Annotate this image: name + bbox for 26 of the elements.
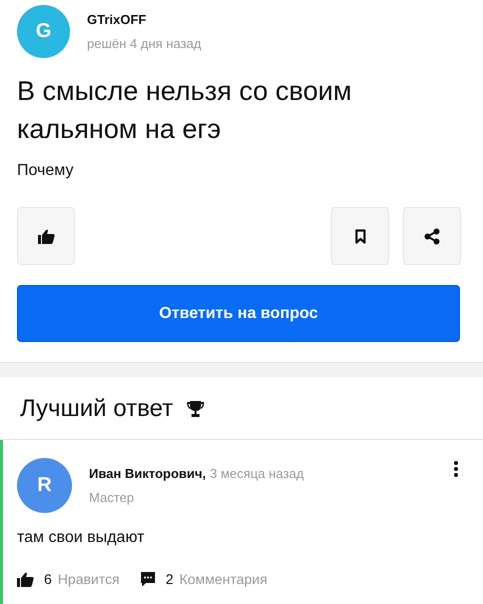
answer-text: там свои выдают (17, 529, 146, 547)
like-count: 6 (44, 571, 52, 587)
author-rank: Мастер (89, 490, 135, 505)
avatar: R (17, 458, 72, 513)
avatar: G (17, 5, 70, 58)
like-label[interactable]: Нравится (58, 571, 120, 587)
like-button[interactable] (17, 207, 75, 265)
bookmark-icon (354, 228, 366, 244)
comment-icon (140, 571, 156, 587)
question-text: Почему (17, 162, 74, 180)
share-icon (424, 228, 440, 244)
trophy-icon (187, 401, 204, 417)
more-button[interactable] (453, 460, 459, 478)
comment-label[interactable]: Комментария (179, 571, 268, 587)
bookmark-button[interactable] (331, 207, 389, 265)
answer-button[interactable]: Ответить на вопрос (17, 285, 460, 342)
share-button[interactable] (403, 207, 461, 265)
author-name: Иван Викторович, (89, 466, 206, 481)
question-status: решён 4 дня назад (87, 36, 202, 51)
question-title: В смысле нельзя со своим кальяном на егэ (17, 75, 353, 146)
thumbs-up-icon (38, 228, 54, 244)
comment-count: 2 (166, 571, 174, 587)
thumbs-up-icon (17, 572, 34, 586)
section-title: Лучший ответ (20, 395, 174, 423)
author-name: GTrixOFF (87, 12, 148, 27)
answer-time: 3 месяца назад (210, 466, 304, 481)
